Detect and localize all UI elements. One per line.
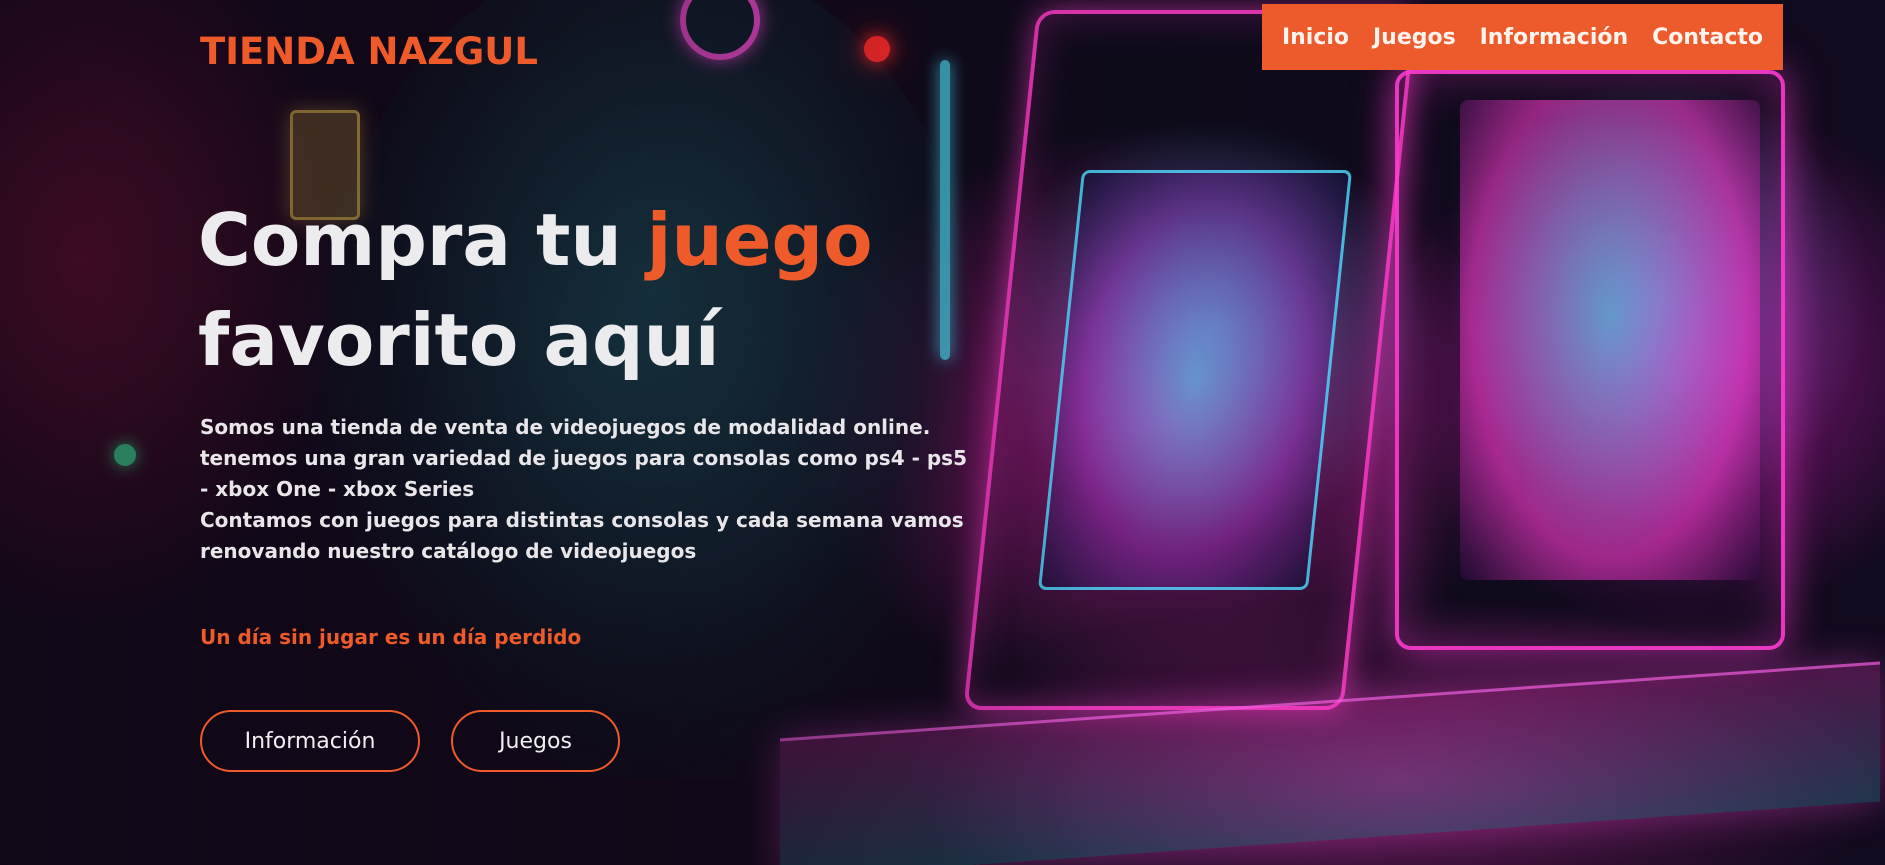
- nav-item-juegos[interactable]: Juegos: [1373, 25, 1456, 50]
- nav-item-informacion[interactable]: Información: [1480, 25, 1629, 50]
- green-light-dot: [114, 444, 136, 466]
- intro-paragraph-1: Somos una tienda de venta de videojuegos…: [200, 415, 967, 501]
- headline-part-1: Compra tu: [198, 198, 647, 282]
- arcade-controls-illustration: [780, 661, 1880, 865]
- brand-logo-text[interactable]: TIENDA NAZGUL: [200, 30, 538, 73]
- intro-paragraph-2: Contamos con juegos para distintas conso…: [200, 508, 964, 563]
- hero-tagline: Un día sin jugar es un día perdido: [200, 625, 582, 649]
- main-navigation: Inicio Juegos Información Contacto: [1262, 4, 1783, 70]
- headline-accent-word: juego: [646, 198, 873, 282]
- headline-part-2: favorito aquí: [198, 298, 720, 382]
- juegos-button[interactable]: Juegos: [451, 710, 620, 772]
- hero-section: TIENDA NAZGUL Inicio Juegos Información …: [0, 0, 1885, 865]
- robot-eye-glow: [864, 36, 890, 62]
- hero-intro-text: Somos una tienda de venta de videojuegos…: [200, 412, 980, 567]
- headphone-glow-illustration: [680, 0, 760, 60]
- nav-item-inicio[interactable]: Inicio: [1282, 25, 1349, 50]
- informacion-button[interactable]: Información: [200, 710, 420, 772]
- arcade-screen-right-illustration: [1460, 100, 1760, 580]
- hero-headline: Compra tu juego favorito aquí: [198, 190, 1098, 390]
- robot-figure-illustration: [330, 0, 970, 780]
- arcade-cabinet-right-illustration: [1395, 70, 1785, 650]
- nav-item-contacto[interactable]: Contacto: [1652, 25, 1763, 50]
